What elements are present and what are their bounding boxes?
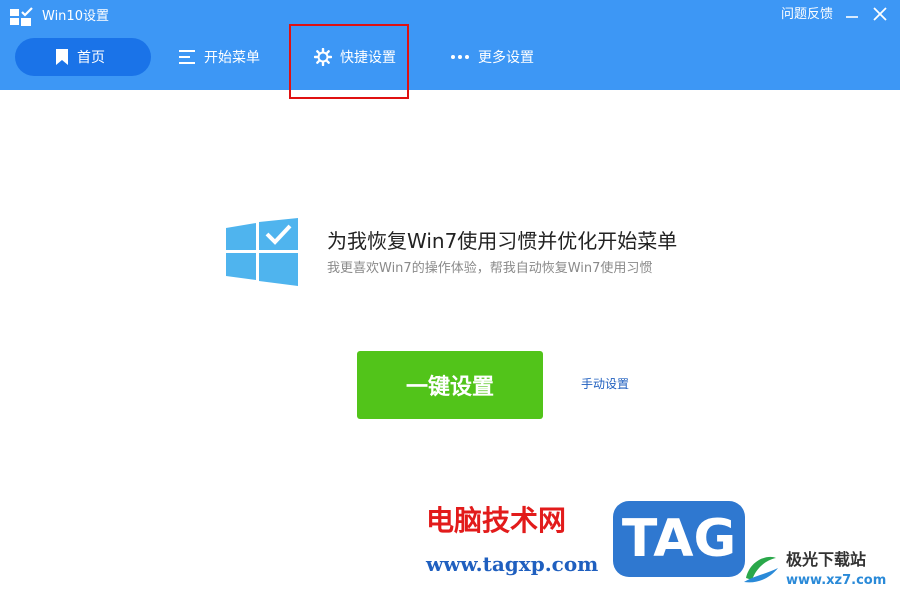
headline: 为我恢复Win7使用习惯并优化开始菜单 (327, 229, 678, 253)
app-logo-icon (10, 7, 34, 27)
watermark-tag-logo: TAG (613, 501, 745, 577)
tab-label: 快捷设置 (340, 50, 396, 66)
partner-logo-icon (740, 548, 780, 588)
manual-setup-link[interactable]: 手动设置 (581, 376, 629, 392)
gear-icon (314, 48, 340, 66)
one-click-setup-button[interactable]: 一键设置 (357, 351, 543, 419)
tab-label: 更多设置 (478, 50, 534, 66)
more-dots-icon (450, 54, 478, 60)
tab-home[interactable]: 首页 (15, 38, 151, 76)
feedback-link[interactable]: 问题反馈 (781, 6, 833, 24)
menu-lines-icon (178, 49, 204, 65)
tab-more-settings[interactable]: 更多设置 (450, 38, 534, 76)
watermark-site-name: 电脑技术网 (426, 504, 567, 537)
tab-start-menu[interactable]: 开始菜单 (178, 38, 260, 76)
tab-label: 首页 (77, 50, 105, 66)
close-icon[interactable] (870, 4, 890, 24)
bookmark-icon (55, 48, 77, 66)
partner-name: 极光下载站 (786, 550, 867, 569)
title-bar: Win10设置 问题反馈 首页 开始菜单 快捷设置 更多设置 (0, 0, 900, 99)
tab-label: 开始菜单 (204, 50, 260, 66)
tab-quick-settings[interactable]: 快捷设置 (314, 38, 396, 76)
window-title: Win10设置 (42, 9, 109, 24)
windows-logo-check-icon (226, 218, 300, 286)
partner-url: www.xz7.com (786, 573, 887, 588)
subline: 我更喜欢Win7的操作体验，帮我自动恢复Win7使用习惯 (327, 261, 653, 276)
minimize-icon[interactable] (842, 4, 862, 24)
watermark-site-url: www.tagxp.com (426, 552, 599, 576)
